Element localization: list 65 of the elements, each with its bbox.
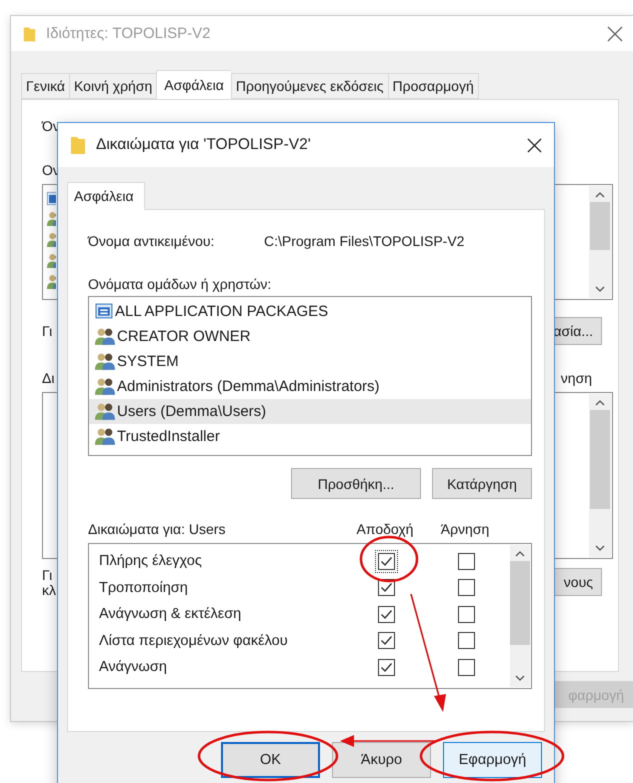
scroll-up-icon[interactable] <box>595 400 605 406</box>
window-icon <box>95 302 114 321</box>
label-text: Δι <box>42 370 54 386</box>
folder-icon <box>70 134 86 156</box>
add-button[interactable]: Προσθήκη... <box>291 468 421 499</box>
list-item[interactable]: Administrators (Demma\Administrators) <box>89 374 531 399</box>
tab[interactable]: Προσαρμογή <box>388 73 479 99</box>
checkbox[interactable] <box>458 658 474 676</box>
dialog-title: Δικαιώματα για 'TOPOLISP-V2' <box>96 136 312 154</box>
checkbox[interactable] <box>378 552 394 570</box>
close-icon[interactable] <box>527 138 542 152</box>
label-text: Ονόματα ομάδων ή χρηστών: <box>88 276 272 292</box>
permission-name: Τροποποίηση <box>98 580 189 596</box>
tab[interactable]: Ασφάλεια <box>156 70 231 99</box>
scroll-up-icon[interactable] <box>515 551 525 557</box>
users-icon <box>95 352 116 371</box>
advanced-button[interactable]: νους <box>552 568 602 596</box>
label-text: Όνομα αντικειμένου: <box>88 233 216 249</box>
checkbox[interactable] <box>458 552 474 570</box>
remove-button[interactable]: Κατάργηση <box>432 468 532 499</box>
dialog-button[interactable]: Εφαρμογή <box>443 742 542 778</box>
tab[interactable]: Ασφάλεια <box>67 182 145 210</box>
scroll-down-icon[interactable] <box>595 545 605 551</box>
scrollbar[interactable] <box>510 545 530 687</box>
users-icon <box>95 402 116 421</box>
column-header: Αποδοχή <box>356 521 414 537</box>
permission-name: Ανάγνωση & εκτέλεση <box>98 606 242 622</box>
folder-icon <box>23 24 36 42</box>
scrollbar[interactable] <box>589 394 611 557</box>
checkbox[interactable] <box>378 632 394 650</box>
window-icon <box>47 192 56 205</box>
tab[interactable]: Προηγούμενες εκδόσεις <box>230 73 388 99</box>
permission-name: Ανάγνωση <box>98 659 168 676</box>
hint-text: Γι <box>42 568 54 583</box>
window-title: Ιδιότητες: TOPOLISP-V2 <box>46 25 212 42</box>
checkbox[interactable] <box>458 632 474 650</box>
list-item[interactable]: CREATOR OWNER <box>89 324 531 349</box>
scroll-down-icon[interactable] <box>595 286 605 292</box>
list-item[interactable]: Users (Demma\Users) <box>89 399 531 424</box>
column-header: νηση <box>560 370 592 386</box>
tab[interactable]: Γενικά <box>21 73 69 99</box>
users-icon <box>95 427 116 446</box>
checkbox[interactable] <box>378 606 394 623</box>
permission-name: Λίστα περιεχομένων φακέλου <box>98 632 289 649</box>
scrollbar[interactable] <box>589 186 611 298</box>
dialog-button[interactable]: Άκυρο <box>332 742 431 778</box>
checkbox[interactable] <box>458 606 474 623</box>
permission-name: Πλήρης έλεγχος <box>98 553 203 570</box>
list-item[interactable]: TrustedInstaller <box>89 424 531 449</box>
tab[interactable]: Κοινή χρήση <box>69 73 156 99</box>
scroll-down-icon[interactable] <box>515 675 525 681</box>
list-item[interactable]: SYSTEM <box>89 349 531 374</box>
highlight-ellipse <box>360 536 418 582</box>
dialog-button[interactable]: OK <box>221 742 320 778</box>
hint-text: κλ <box>42 583 56 598</box>
hint-text: Γι <box>42 323 52 339</box>
list-item[interactable]: ALL APPLICATION PACKAGES <box>89 299 531 324</box>
users-icon <box>95 377 116 396</box>
object-path: C:\Program Files\TOPOLISP-V2 <box>264 233 464 249</box>
scroll-up-icon[interactable] <box>595 192 605 198</box>
checkbox[interactable] <box>458 579 474 596</box>
column-header: Άρνηση <box>440 521 490 537</box>
checkbox[interactable] <box>378 658 394 676</box>
users-icon <box>95 327 116 346</box>
label-text: Δικαιώματα για: Users <box>88 521 226 537</box>
